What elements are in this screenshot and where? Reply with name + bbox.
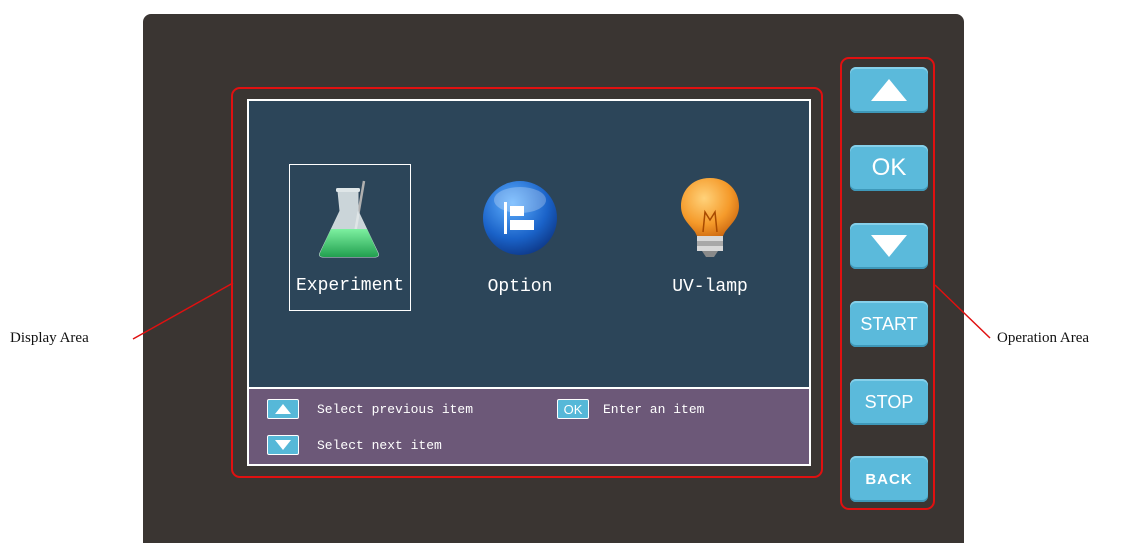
display-area-callout: Display Area [10,330,89,346]
operation-area-callout: Operation Area [997,330,1090,346]
callout-lines [132,282,991,340]
